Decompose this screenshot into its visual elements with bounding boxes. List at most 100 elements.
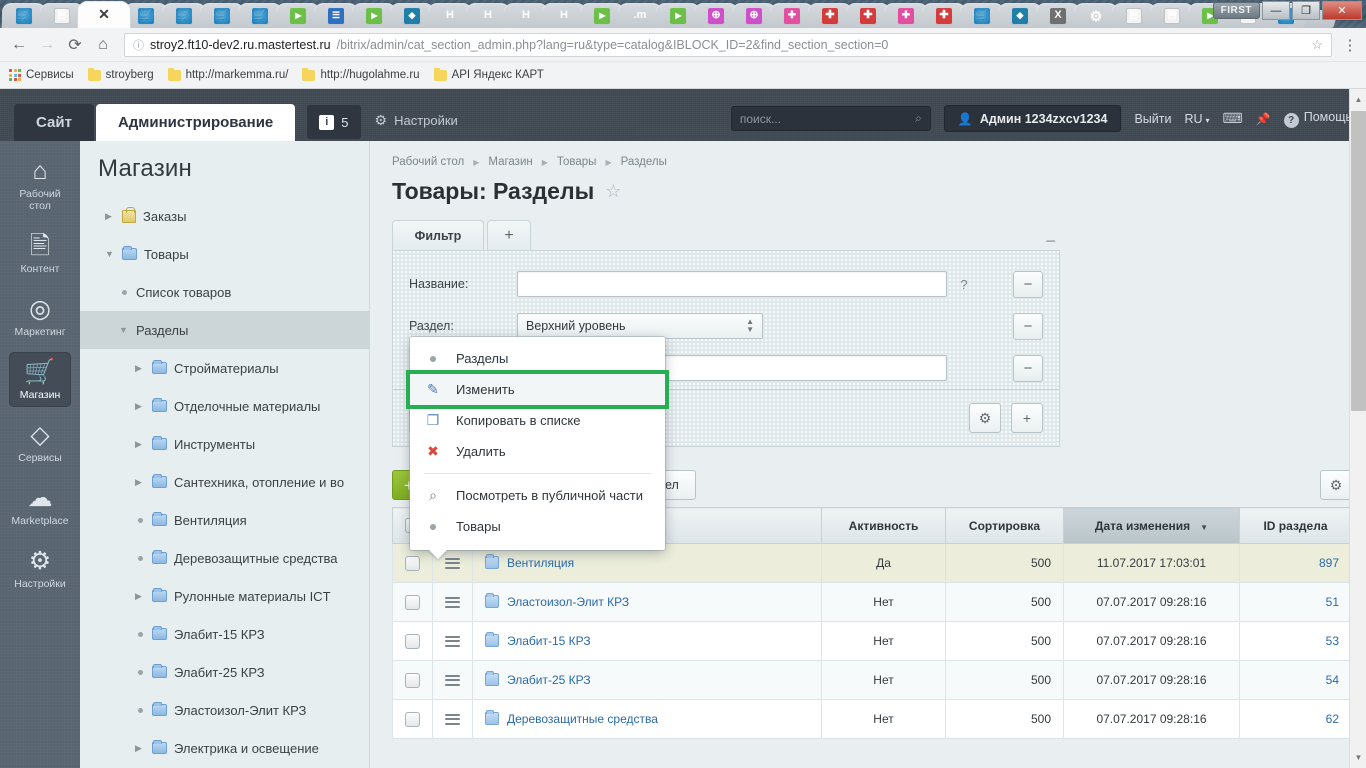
bookmark-apps[interactable]: Сервисы — [9, 69, 74, 81]
tree-item[interactable]: Деревозащитные средства — [80, 539, 369, 577]
breadcrumb-item[interactable]: Магазин — [488, 156, 532, 168]
row-actions-cell[interactable] — [432, 582, 473, 622]
row-checkbox[interactable] — [405, 633, 420, 649]
row-name-cell[interactable]: Элабит-25 КРЗ — [472, 660, 822, 700]
section-id-header[interactable]: ID раздела — [1239, 507, 1352, 544]
table-row[interactable]: Элабит-25 КРЗ Нет 500 07.07.2017 09:28:16 54 — [392, 660, 1352, 700]
tree-item[interactable]: Элабит-15 КРЗ — [80, 615, 369, 653]
language-switcher[interactable]: RU ▾ — [1184, 112, 1209, 126]
search-icon[interactable]: ⌕ — [915, 111, 922, 126]
grid-settings-gear-icon[interactable]: ⚙ — [1320, 470, 1352, 500]
tree-item[interactable]: Элабит-25 КРЗ — [80, 653, 369, 691]
chevron-right-icon[interactable]: ▶ — [135, 477, 145, 488]
row-name-cell[interactable]: Эластоизол-Элит КРЗ — [472, 582, 822, 622]
help-link[interactable]: ? Помощь — [1283, 110, 1352, 128]
chevron-down-icon[interactable]: ▼ — [119, 325, 129, 335]
remove-filter-row-button[interactable]: − — [1013, 270, 1043, 298]
row-menu-icon[interactable] — [445, 635, 460, 647]
section-id-link[interactable]: 54 — [1326, 673, 1339, 687]
chevron-right-icon[interactable]: ▶ — [135, 591, 145, 602]
bookmark-stroyberg[interactable]: stroyberg — [87, 67, 154, 81]
sidebar-item-marketplace[interactable]: ☁ Marketplace — [9, 478, 71, 533]
sidebar-item-desktop[interactable]: ⌂ Рабочий стол — [9, 151, 71, 218]
forward-button[interactable]: → — [34, 32, 60, 58]
section-id-link[interactable]: 51 — [1326, 595, 1339, 609]
user-menu-button[interactable]: 👤 Админ 1234zxcv1234 — [943, 105, 1122, 132]
row-actions-cell[interactable] — [432, 660, 473, 700]
row-menu-icon[interactable] — [445, 596, 460, 608]
chevron-right-icon[interactable]: ▶ — [135, 439, 145, 450]
table-row[interactable]: Деревозащитные средства Нет 500 07.07.2017 … — [392, 699, 1352, 739]
tree-item[interactable]: ▼ Товары — [80, 235, 369, 273]
logout-link[interactable]: Выйти — [1134, 112, 1171, 126]
pin-icon[interactable]: 📌 — [1256, 112, 1271, 126]
tree-item[interactable]: ▼ Разделы — [80, 311, 369, 349]
section-name-link[interactable]: Эластоизол-Элит КРЗ — [507, 595, 629, 609]
filter-add-condition-button[interactable]: + — [1011, 403, 1043, 433]
close-icon[interactable]: ✕ — [98, 6, 110, 23]
favorite-star-icon[interactable]: ☆ — [605, 181, 621, 202]
filter-tab[interactable]: Фильтр — [392, 220, 484, 250]
tab-site[interactable]: Сайт — [14, 104, 94, 141]
chevron-right-icon[interactable]: ▶ — [135, 743, 145, 754]
admin-search-input[interactable]: поиск... ⌕ — [730, 106, 931, 131]
filter-settings-gear-icon[interactable]: ⚙ — [969, 403, 1001, 433]
sidebar-item-services[interactable]: ◇ Сервисы — [9, 415, 71, 470]
browser-menu-icon[interactable]: ⋮ — [1340, 36, 1360, 54]
tree-item[interactable]: Эластоизол-Элит КРЗ — [80, 691, 369, 729]
scroll-up-arrow-icon[interactable]: ▲ — [1350, 91, 1366, 108]
context-menu-item[interactable]: ✖ Удалить — [410, 436, 665, 467]
add-filter-tab-button[interactable]: + — [487, 220, 531, 250]
scroll-down-arrow-icon[interactable]: ▼ — [1350, 749, 1366, 766]
back-button[interactable]: ← — [6, 32, 32, 58]
row-select-cell[interactable] — [392, 660, 433, 700]
chevron-down-icon[interactable]: ▼ — [105, 249, 115, 259]
section-id-link[interactable]: 62 — [1326, 712, 1339, 726]
row-name-cell[interactable]: Деревозащитные средства — [472, 699, 822, 739]
tree-item[interactable]: ▶ Электрика и освещение — [80, 729, 369, 767]
row-actions-cell[interactable] — [432, 699, 473, 739]
remove-filter-row-button[interactable]: − — [1013, 312, 1043, 340]
chevron-right-icon[interactable]: ▶ — [135, 363, 145, 374]
table-row[interactable]: Эластоизол-Элит КРЗ Нет 500 07.07.2017 09:2… — [392, 582, 1352, 622]
sidebar-item-shop[interactable]: 🛒 Магазин — [9, 352, 71, 408]
active-browser-tab[interactable]: ✕ — [77, 1, 131, 28]
context-menu-item[interactable]: ❐ Копировать в списке — [410, 405, 665, 436]
sidebar-item-marketing[interactable]: ◎ Маркетинг — [9, 289, 71, 344]
breadcrumb-item[interactable]: Разделы — [621, 156, 667, 168]
sidebar-item-content[interactable]: 🖹 Контент — [9, 226, 71, 281]
context-menu-item[interactable]: ⌕ Посмотреть в публичной части — [410, 480, 665, 511]
bookmark-markemma[interactable]: http://markemma.ru/ — [167, 67, 288, 81]
row-checkbox[interactable] — [405, 711, 420, 727]
address-bar[interactable]: ⓘ stroy2.ft10-dev2.ru.mastertest.ru/bitr… — [124, 32, 1332, 57]
tree-item[interactable]: ▶ Заказы — [80, 197, 369, 235]
tree-item[interactable]: ▶ Рулонные материалы ICT — [80, 577, 369, 615]
notifications-indicator[interactable]: i 5 — [307, 105, 361, 139]
tree-item[interactable]: Вентиляция — [80, 501, 369, 539]
row-select-cell[interactable] — [392, 699, 433, 739]
header-settings-link[interactable]: ⚙ Настройки — [375, 112, 458, 129]
tree-item[interactable]: ▶ Стройматериалы — [80, 349, 369, 387]
sidebar-item-settings[interactable]: ⚙ Настройки — [9, 541, 71, 596]
section-id-link[interactable]: 897 — [1319, 556, 1339, 570]
context-menu-item[interactable]: Товары — [410, 511, 665, 542]
chevron-right-icon[interactable]: ▶ — [135, 401, 145, 412]
bookmark-yandex-maps-api[interactable]: API Яндекс КАРТ — [433, 67, 544, 81]
table-row[interactable]: Элабит-15 КРЗ Нет 500 07.07.2017 09:28:16 53 — [392, 621, 1352, 661]
filter-section-select[interactable]: Верхний уровень ▲ ▼ — [517, 313, 763, 339]
maximize-button[interactable]: ❐ — [1292, 1, 1320, 20]
stepper-icon[interactable]: ▲ ▼ — [746, 318, 754, 334]
reload-button[interactable]: ⟳ — [62, 32, 88, 58]
remove-filter-row-button[interactable]: − — [1013, 354, 1043, 382]
tree-item[interactable]: ▶ Сантехника, отопление и во — [80, 463, 369, 501]
row-checkbox[interactable] — [405, 594, 420, 610]
bookmark-star-icon[interactable]: ☆ — [1311, 37, 1323, 53]
row-select-cell[interactable] — [392, 582, 433, 622]
site-info-icon[interactable]: ⓘ — [133, 37, 144, 53]
section-name-link[interactable]: Деревозащитные средства — [507, 712, 658, 726]
row-checkbox[interactable] — [405, 555, 420, 571]
row-menu-icon[interactable] — [445, 713, 460, 725]
filter-name-input[interactable] — [517, 271, 947, 297]
home-button[interactable]: ⌂ — [90, 32, 116, 58]
page-scrollbar[interactable]: ▲ ▼ — [1349, 89, 1366, 768]
